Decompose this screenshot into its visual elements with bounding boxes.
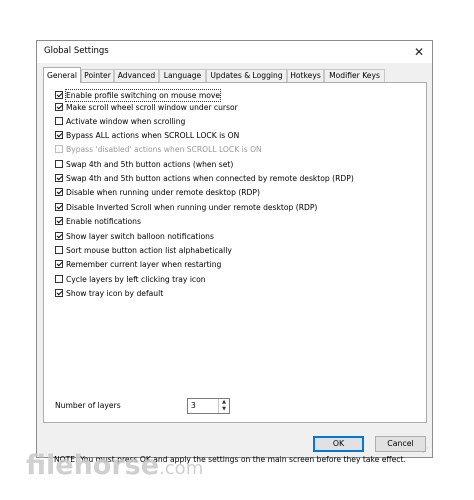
tab-label: Hotkeys: [290, 71, 321, 80]
tab-strip: General Pointer Advanced Language Update…: [43, 67, 426, 83]
cancel-button[interactable]: Cancel: [375, 436, 426, 452]
option-label: Remember current layer when restarting: [66, 260, 222, 269]
close-icon[interactable]: ✕: [410, 43, 428, 61]
tab-label: Advanced: [117, 71, 156, 80]
tab-advanced[interactable]: Advanced: [114, 69, 159, 82]
option-label: Swap 4th and 5th button actions when con…: [66, 174, 354, 183]
spinner-buttons: ▲ ▼: [218, 399, 229, 413]
checkbox[interactable]: [55, 103, 63, 111]
watermark-suffix: .com: [159, 458, 204, 479]
tab-pointer[interactable]: Pointer: [81, 69, 114, 82]
checkbox[interactable]: [55, 174, 63, 182]
number-of-layers-spinner[interactable]: 3 ▲ ▼: [187, 398, 230, 414]
option-label: Cycle layers by left clicking tray icon: [66, 275, 206, 284]
option-label: Bypass 'disabled' actions when SCROLL LO…: [66, 145, 262, 154]
tab-general[interactable]: General: [43, 67, 81, 83]
resize-grip-icon[interactable]: ⋰: [422, 447, 430, 455]
checkbox[interactable]: [55, 188, 63, 196]
checkbox[interactable]: [55, 260, 63, 268]
checkbox[interactable]: [55, 246, 63, 254]
option-label: Bypass ALL actions when SCROLL LOCK is O…: [66, 131, 240, 140]
spinner-value[interactable]: 3: [191, 401, 196, 410]
tab-hotkeys[interactable]: Hotkeys: [287, 69, 324, 82]
option-label: Disable when running under remote deskto…: [66, 188, 260, 197]
window-title: Global Settings: [44, 46, 109, 56]
option-label: Activate window when scrolling: [66, 117, 186, 126]
option-label: Show tray icon by default: [66, 289, 164, 298]
option-label: Sort mouse button action list alphabetic…: [66, 246, 232, 255]
checkbox[interactable]: [55, 160, 63, 168]
tab-label: General: [47, 71, 77, 80]
option-label: Make scroll wheel scroll window under cu…: [66, 103, 238, 112]
option-label: Swap 4th and 5th button actions (when se…: [66, 160, 234, 169]
checkbox[interactable]: [55, 217, 63, 225]
watermark-brand: filehorse: [26, 450, 160, 481]
checkbox[interactable]: [55, 203, 63, 211]
checkbox[interactable]: [55, 117, 63, 125]
tab-label: Updates & Logging: [210, 71, 283, 80]
option-label: Enable notifications: [66, 217, 141, 226]
checkbox[interactable]: [55, 131, 63, 139]
title-bar: Global Settings ✕: [37, 41, 432, 63]
spin-down-icon[interactable]: ▼: [219, 406, 229, 413]
tab-modifier-keys[interactable]: Modifier Keys: [324, 69, 385, 82]
option-label: Show layer switch balloon notifications: [66, 232, 214, 241]
tab-language[interactable]: Language: [159, 69, 206, 82]
checkbox[interactable]: [55, 275, 63, 283]
tab-updates-logging[interactable]: Updates & Logging: [206, 69, 287, 82]
option-label: Enable profile switching on mouse move: [64, 89, 222, 102]
option-label: Disable Inverted Scroll when running und…: [66, 203, 318, 212]
checkbox: [55, 145, 63, 153]
tab-label: Language: [163, 71, 202, 80]
filehorse-watermark: filehorse.com: [26, 450, 203, 481]
ok-button[interactable]: OK: [313, 436, 364, 452]
general-tab-panel: Enable profile switching on mouse move M…: [43, 82, 427, 464]
spin-up-icon[interactable]: ▲: [219, 399, 229, 406]
global-settings-window: Global Settings ✕ General Pointer Advanc…: [36, 40, 433, 464]
number-of-layers-label: Number of layers: [55, 401, 121, 410]
tab-label: Modifier Keys: [329, 71, 380, 80]
checkbox[interactable]: [55, 232, 63, 240]
tab-label: Pointer: [84, 71, 111, 80]
checkbox[interactable]: [55, 289, 63, 297]
checkbox[interactable]: [55, 91, 63, 99]
